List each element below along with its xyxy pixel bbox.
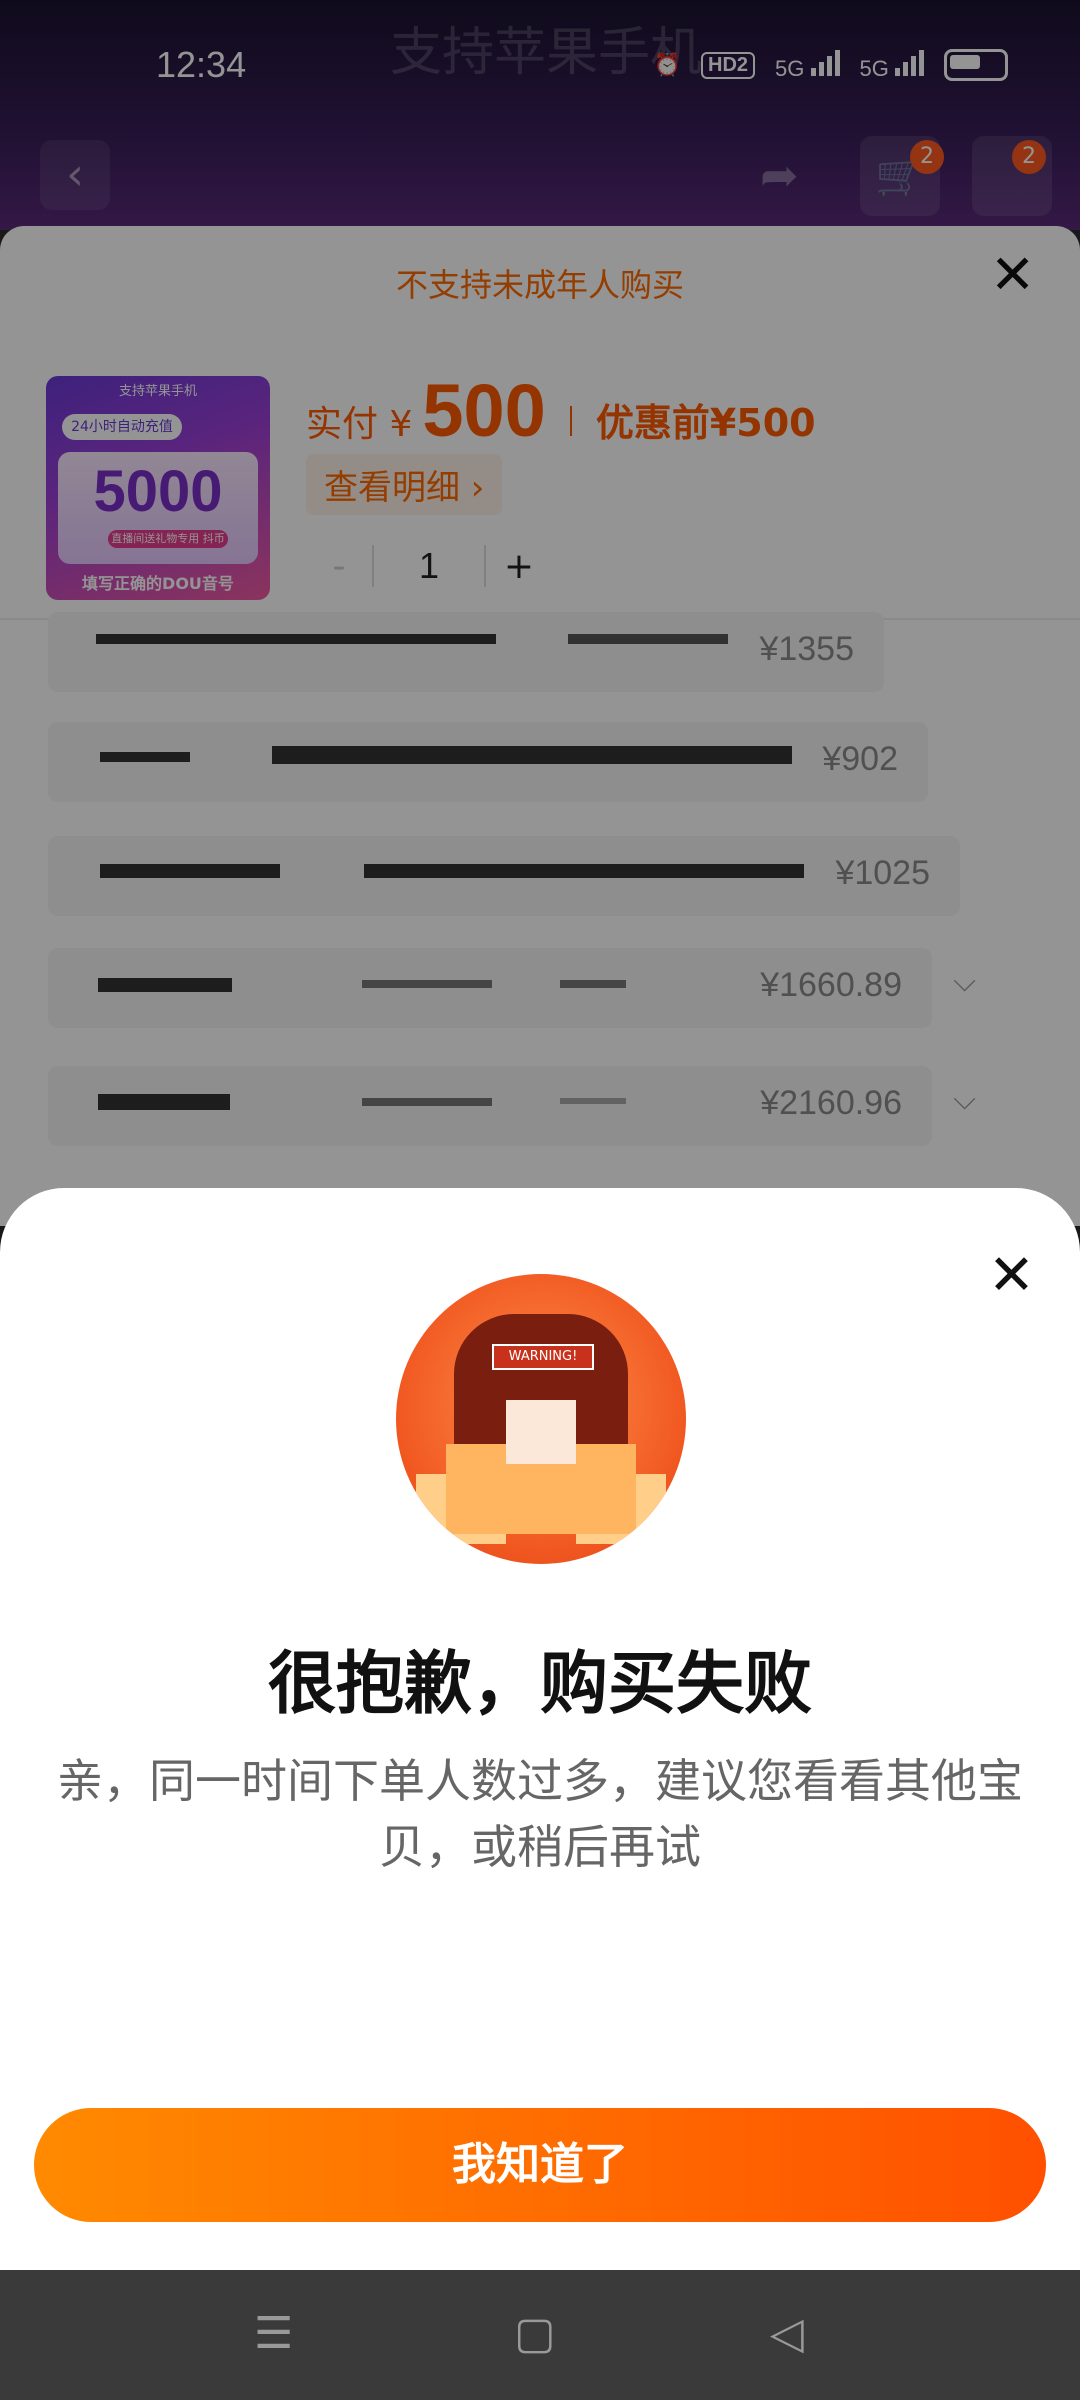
warning-illustration: WARNING! [396, 1274, 686, 1564]
warning-sign: WARNING! [492, 1344, 594, 1370]
close-icon[interactable]: ✕ [988, 1248, 1035, 1304]
error-modal: ✕ WARNING! 很抱歉，购买失败 亲，同一时间下单人数过多，建议您看看其他… [0, 1188, 1080, 2270]
acknowledge-button[interactable]: 我知道了 [34, 2108, 1046, 2222]
modal-title: 很抱歉，购买失败 [267, 1645, 812, 1724]
modal-message: 亲，同一时间下单人数过多，建议您看看其他宝贝，或稍后再试 [57, 1754, 1023, 1874]
menu-icon[interactable]: ☰ [254, 2308, 293, 2359]
system-nav-bar: ☰ ▢ ◁ [0, 2270, 1080, 2400]
home-icon[interactable]: ▢ [514, 2308, 556, 2359]
back-icon[interactable]: ◁ [770, 2308, 804, 2359]
